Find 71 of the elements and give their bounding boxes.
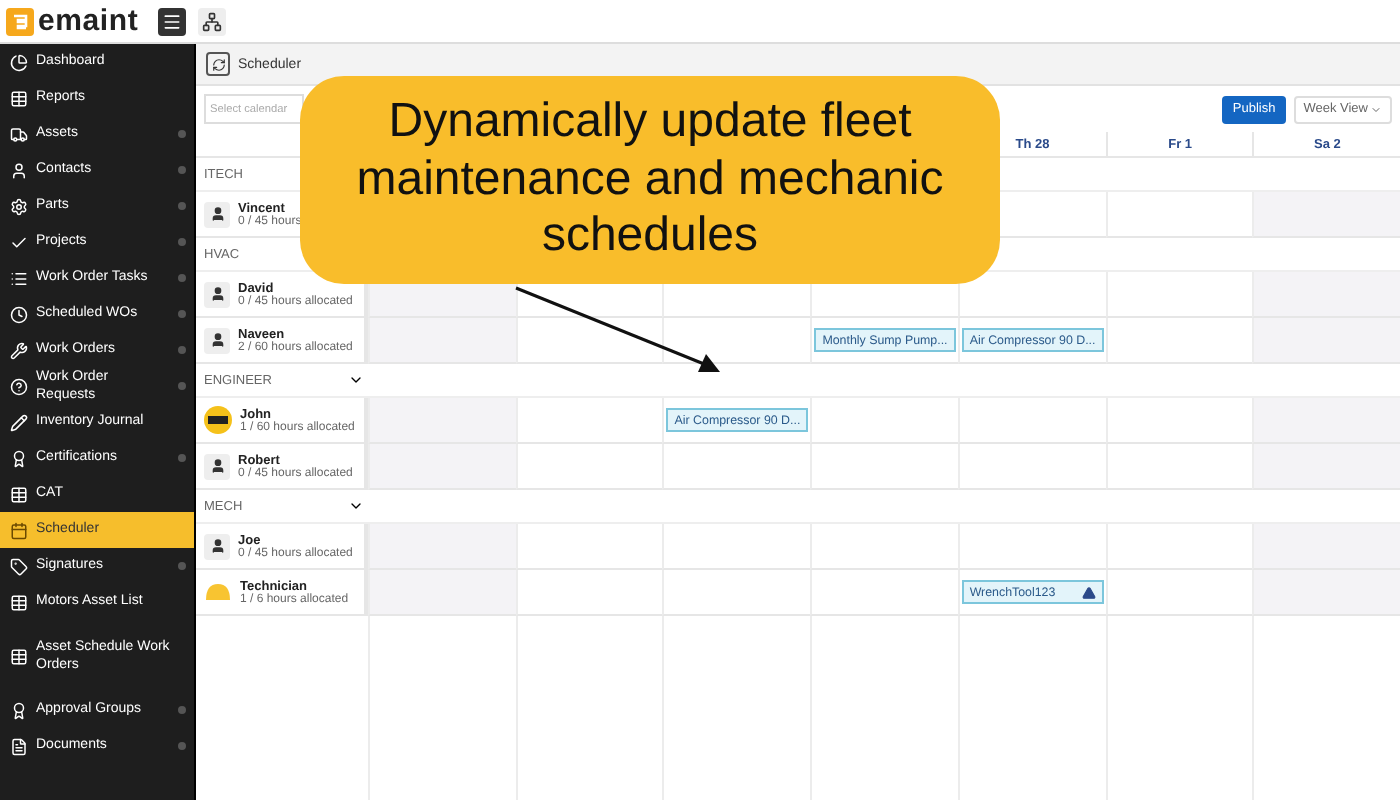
calendar-cell[interactable] bbox=[1252, 570, 1400, 616]
person-avatar bbox=[204, 281, 230, 307]
calendar-cell[interactable] bbox=[515, 524, 663, 570]
medal-icon bbox=[10, 449, 28, 467]
table-icon bbox=[10, 647, 28, 665]
pencil-icon bbox=[10, 413, 28, 431]
calendar-cell[interactable] bbox=[515, 570, 663, 616]
calendar-cell[interactable] bbox=[957, 398, 1106, 444]
calendar-cell[interactable] bbox=[368, 570, 516, 616]
calendar-cell[interactable] bbox=[810, 524, 958, 570]
logo-text: emaint bbox=[38, 4, 139, 38]
person-avatar bbox=[204, 533, 230, 559]
calendar-cell[interactable] bbox=[515, 444, 663, 490]
calendar-cell[interactable] bbox=[1252, 192, 1400, 238]
calendar-cell[interactable] bbox=[957, 444, 1106, 490]
calendar-cell[interactable] bbox=[515, 398, 663, 444]
document-icon bbox=[10, 737, 28, 755]
calendar-cell[interactable] bbox=[1252, 524, 1400, 570]
chevron-icon[interactable] bbox=[348, 372, 364, 388]
table-icon bbox=[10, 89, 28, 107]
sitemap-icon bbox=[202, 11, 223, 31]
calendar-cell[interactable] bbox=[1105, 398, 1253, 444]
check-icon bbox=[10, 233, 28, 251]
calendar-cell[interactable] bbox=[662, 444, 811, 490]
clock-icon bbox=[10, 305, 28, 323]
list-icon bbox=[10, 269, 28, 287]
person-icon bbox=[10, 161, 28, 179]
medal-icon bbox=[10, 701, 28, 719]
refresh-icon bbox=[206, 52, 230, 76]
question-icon bbox=[10, 377, 28, 395]
calendar-cell[interactable] bbox=[368, 318, 516, 364]
sitemap-button[interactable] bbox=[198, 7, 227, 35]
table-icon bbox=[10, 485, 28, 503]
person-avatar bbox=[204, 201, 230, 227]
calendar-cell[interactable] bbox=[1252, 318, 1400, 364]
calendar-cell[interactable] bbox=[368, 524, 516, 570]
gear-icon bbox=[10, 197, 28, 215]
truck-icon bbox=[10, 125, 28, 143]
calendar-icon bbox=[10, 521, 28, 539]
calendar-cell[interactable] bbox=[662, 524, 811, 570]
calendar-cell[interactable] bbox=[662, 318, 811, 364]
calendar-cell[interactable] bbox=[1105, 192, 1253, 238]
tag-icon bbox=[10, 557, 28, 575]
calendar-cell[interactable] bbox=[662, 570, 811, 616]
person-avatar bbox=[204, 327, 230, 353]
calendar-cell[interactable] bbox=[1105, 272, 1253, 318]
calendar-cell[interactable] bbox=[368, 398, 516, 444]
hard-hat-icon bbox=[204, 582, 232, 602]
calendar-cell[interactable] bbox=[1252, 398, 1400, 444]
calendar-cell[interactable] bbox=[810, 398, 958, 444]
calendar-cell[interactable] bbox=[515, 318, 663, 364]
caret-icon bbox=[1370, 103, 1382, 115]
calendar-cell[interactable] bbox=[810, 570, 958, 616]
calendar-cell[interactable] bbox=[368, 444, 516, 490]
avatar-badge-icon bbox=[204, 406, 232, 434]
logo-icon bbox=[6, 7, 34, 35]
chevron-icon[interactable] bbox=[348, 498, 364, 514]
calendar-cell[interactable] bbox=[1105, 444, 1253, 490]
calendar-cell[interactable] bbox=[1105, 318, 1253, 364]
calendar-cell[interactable] bbox=[957, 524, 1106, 570]
calendar-cell[interactable] bbox=[1105, 524, 1253, 570]
menu-button[interactable] bbox=[158, 7, 187, 35]
person-avatar bbox=[204, 453, 230, 479]
menu-icon bbox=[162, 11, 183, 31]
calendar-cell[interactable] bbox=[1252, 444, 1400, 490]
calendar-cell[interactable] bbox=[810, 444, 958, 490]
calendar-cell[interactable] bbox=[1252, 272, 1400, 318]
table-icon bbox=[10, 593, 28, 611]
calendar-cell[interactable] bbox=[1105, 570, 1253, 616]
wrench-icon bbox=[10, 341, 28, 359]
pie-chart-icon bbox=[10, 53, 28, 71]
